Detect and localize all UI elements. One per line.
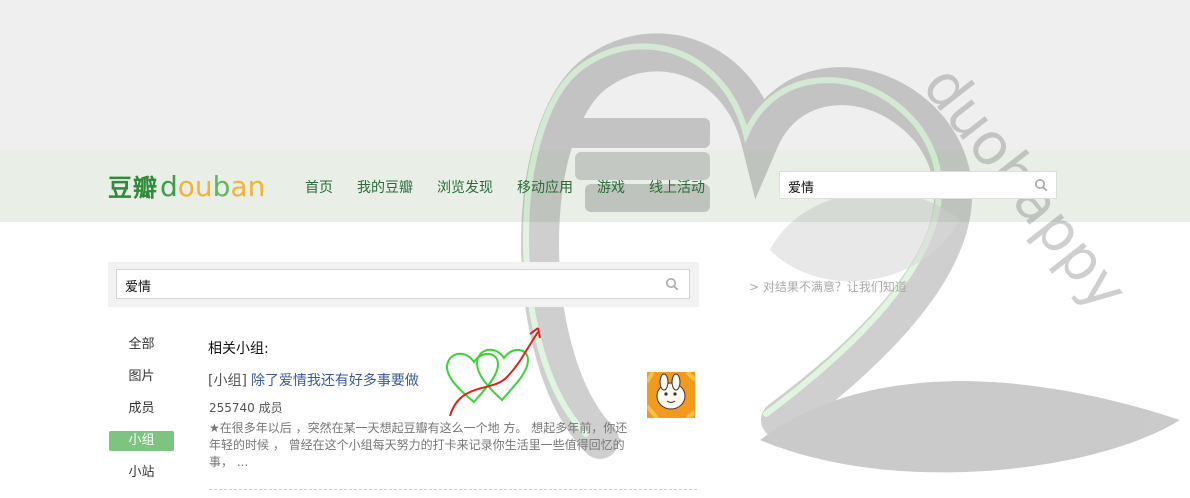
group-title-link[interactable]: 除了爱情我还有好多事要做 bbox=[251, 373, 419, 389]
nav-games[interactable]: 游戏 bbox=[597, 177, 625, 197]
group-members-count: 255740 成员 bbox=[209, 401, 283, 415]
nav-mobile-apps[interactable]: 移动应用 bbox=[517, 177, 573, 197]
sidebar-item-members[interactable]: 成员 bbox=[109, 399, 174, 419]
group-thumbnail[interactable] bbox=[647, 372, 695, 418]
result-divider bbox=[209, 489, 697, 490]
hearts-arrow-icon bbox=[446, 327, 541, 417]
logo-en: douban bbox=[160, 170, 266, 203]
douban-logo[interactable]: 豆瓣 douban bbox=[108, 168, 265, 203]
feedback-link[interactable]: > 对结果不满意？让我们知道 bbox=[749, 278, 907, 295]
nav-explore[interactable]: 浏览发现 bbox=[437, 177, 493, 197]
group-tag: [小组] bbox=[208, 373, 247, 389]
search-icon[interactable] bbox=[1034, 178, 1048, 192]
header-search bbox=[779, 171, 1057, 199]
sidebar-item-images[interactable]: 图片 bbox=[109, 367, 174, 387]
group-description: ★在很多年以后 ，突然在某一天想起豆瓣有这么一个地 方。 想起多年前，你还年轻的… bbox=[209, 421, 628, 469]
main-search-box bbox=[116, 269, 690, 299]
header-search-input[interactable] bbox=[788, 177, 1028, 195]
logo-cn: 豆瓣 bbox=[108, 174, 158, 202]
category-sidebar: 全部 图片 成员 小组 小站 bbox=[109, 335, 174, 495]
sidebar-item-all[interactable]: 全部 bbox=[109, 335, 174, 355]
main-search-input[interactable] bbox=[125, 276, 645, 294]
nav-my-douban[interactable]: 我的豆瓣 bbox=[357, 177, 413, 197]
results-heading: 相关小组: bbox=[208, 341, 269, 357]
nav-online-events[interactable]: 线上活动 bbox=[649, 177, 705, 197]
nav-home[interactable]: 首页 bbox=[305, 177, 333, 197]
main-nav: 首页 我的豆瓣 浏览发现 移动应用 游戏 线上活动 bbox=[305, 177, 729, 197]
sidebar-item-groups[interactable]: 小组 bbox=[109, 431, 174, 451]
main-search-bar bbox=[108, 262, 699, 307]
sidebar-item-sites[interactable]: 小站 bbox=[109, 463, 174, 483]
group-title-row: [小组] 除了爱情我还有好多事要做 bbox=[208, 370, 419, 390]
search-icon[interactable] bbox=[665, 277, 679, 291]
